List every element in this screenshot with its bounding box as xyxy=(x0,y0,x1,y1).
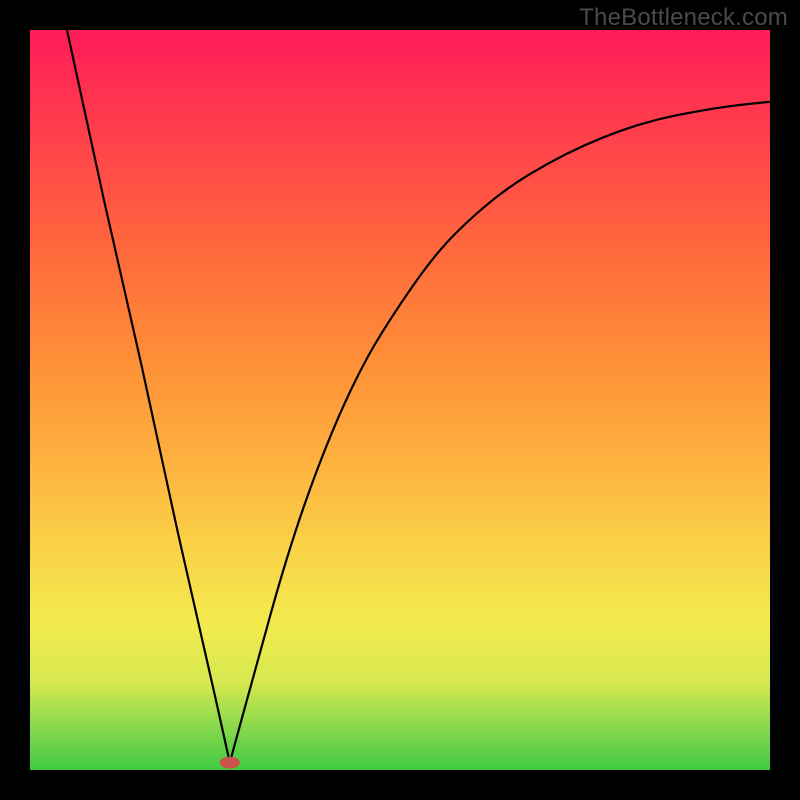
bottleneck-curve xyxy=(30,30,770,770)
watermark-text: TheBottleneck.com xyxy=(579,4,788,32)
optimum-marker xyxy=(220,757,240,769)
curve-right-branch xyxy=(230,102,770,763)
chart-frame: TheBottleneck.com xyxy=(0,0,800,800)
curve-left-branch xyxy=(67,30,230,763)
plot-area xyxy=(30,30,770,770)
